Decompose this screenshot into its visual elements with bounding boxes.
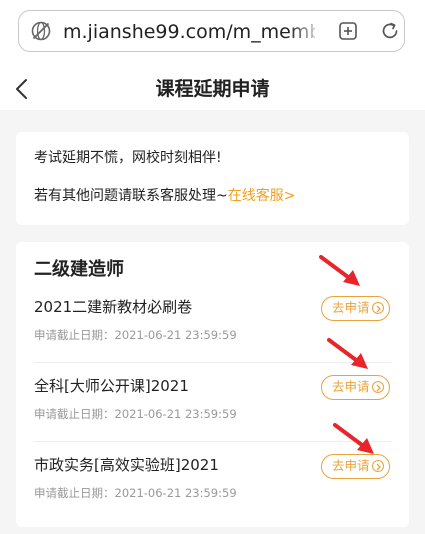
online-service-link[interactable]: 在线客服>	[228, 188, 296, 204]
reload-icon[interactable]	[379, 20, 401, 42]
chevron-circle-right-icon	[372, 302, 384, 314]
chevron-circle-right-icon	[372, 381, 384, 393]
course-name: 2021二建新教材必刷卷	[34, 298, 193, 316]
course-name: 市政实务[高效实验班]2021	[34, 456, 219, 474]
red-arrow-icon	[327, 338, 368, 369]
add-tab-icon[interactable]	[337, 20, 359, 42]
notice-contact-line: 若有其他问题请联系客服处理~在线客服>	[34, 186, 295, 206]
apply-button[interactable]: 去申请	[321, 454, 390, 479]
section-title: 二级建造师	[34, 259, 124, 280]
notice-contact-text: 若有其他问题请联系客服处理~	[34, 188, 228, 204]
browser-bar: m.jianshe99.com/m_member	[0, 0, 425, 68]
apply-button-label: 去申请	[332, 458, 370, 473]
apply-button-label: 去申请	[332, 379, 370, 394]
course-name: 全科[大师公开课]2021	[34, 377, 189, 395]
notice-text: 考试延期不慌，网校时刻相伴!	[34, 150, 222, 166]
course-deadline: 申请截止日期：2021-06-21 23:59:59	[34, 407, 237, 421]
course-item: 市政实务[高效实验班]2021 申请截止日期：2021-06-21 23:59:…	[16, 454, 409, 534]
course-deadline: 申请截止日期：2021-06-21 23:59:59	[34, 486, 237, 500]
apply-button[interactable]: 去申请	[321, 296, 390, 321]
globe-slash-icon	[31, 21, 51, 41]
chevron-circle-right-icon	[372, 460, 384, 472]
apply-button[interactable]: 去申请	[321, 375, 390, 400]
course-deadline: 申请截止日期：2021-06-21 23:59:59	[34, 328, 237, 342]
address-bar[interactable]: m.jianshe99.com/m_member	[18, 10, 405, 52]
apply-button-label: 去申请	[332, 300, 370, 315]
page-title: 课程延期申请	[155, 78, 270, 100]
red-arrow-icon	[333, 423, 374, 454]
url-text[interactable]: m.jianshe99.com/m_member	[63, 20, 315, 44]
url-fade	[289, 15, 323, 47]
red-arrow-icon	[319, 255, 360, 286]
notice-card: 考试延期不慌，网校时刻相伴! 若有其他问题请联系客服处理~在线客服>	[16, 132, 409, 225]
app-header: 课程延期申请	[0, 68, 425, 110]
